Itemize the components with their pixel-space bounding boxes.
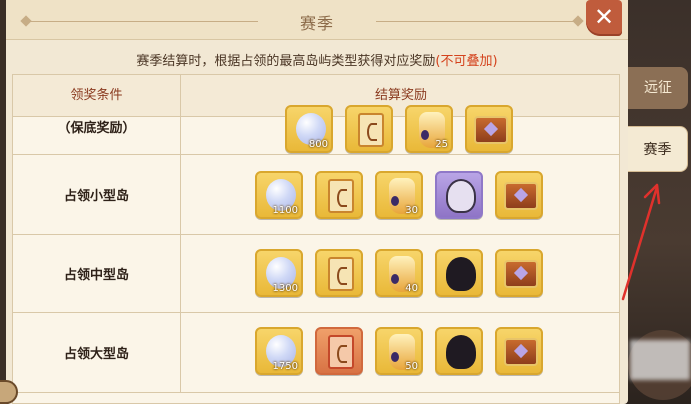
row-condition: 占领小型岛 (13, 155, 181, 234)
notice-text: 赛季结算时，根据占领的最高岛屿类型获得对应奖励 (136, 54, 436, 69)
bottle-icon[interactable]: 50 (375, 327, 423, 375)
card-icon[interactable] (315, 327, 363, 375)
bottle-icon[interactable]: 40 (375, 249, 423, 297)
card-icon[interactable] (315, 171, 363, 219)
table-row: （保底奖励） 800 25 (13, 105, 619, 155)
annotation-arrow (621, 183, 661, 301)
row-condition: （保底奖励） (13, 117, 181, 154)
row-rewards: 1300 40 (181, 235, 619, 312)
season-notice: 赛季结算时，根据占领的最高岛屿类型获得对应奖励(不可叠加) (6, 50, 628, 69)
panel-header: 赛季 ✕ (6, 0, 628, 40)
item-quantity: 800 (308, 139, 328, 150)
item-quantity: 1300 (272, 283, 298, 294)
chest-icon[interactable] (495, 171, 543, 219)
reward-table[interactable]: 领奖条件 结算奖励 （保底奖励） 800 25 占领小型岛 1100 30 占领… (12, 74, 620, 404)
item-quantity: 1100 (272, 205, 298, 216)
close-button[interactable]: ✕ (586, 0, 622, 36)
item-quantity: 50 (405, 361, 418, 372)
item-quantity: 40 (405, 283, 418, 294)
row-condition-label: （保底奖励） (57, 121, 136, 136)
gem-icon[interactable]: 1300 (255, 249, 303, 297)
ghost-icon[interactable] (435, 171, 483, 219)
tab-season[interactable]: 赛季 (628, 126, 688, 172)
item-quantity: 30 (405, 205, 418, 216)
row-rewards: 1100 30 (181, 155, 619, 234)
row-condition: 占领中型岛 (13, 235, 181, 312)
bottle-icon[interactable]: 25 (405, 105, 453, 153)
gem-icon[interactable]: 1100 (255, 171, 303, 219)
table-row: 占领大型岛 1750 50 (13, 313, 619, 393)
table-row: 占领小型岛 1100 30 (13, 155, 619, 235)
ghost-icon[interactable] (435, 249, 483, 297)
card-icon[interactable] (315, 249, 363, 297)
gem-icon[interactable]: 800 (285, 105, 333, 153)
row-condition: 占领大型岛 (13, 313, 181, 392)
column-header-condition: 领奖条件 (13, 75, 181, 117)
chest-icon[interactable] (465, 105, 513, 153)
column-header-rewards: 结算奖励 (181, 75, 619, 117)
chest-icon[interactable] (495, 327, 543, 375)
season-panel: 赛季 ✕ 赛季结算时，根据占领的最高岛屿类型获得对应奖励(不可叠加) 领奖条件 … (6, 0, 628, 404)
bottle-icon[interactable]: 30 (375, 171, 423, 219)
table-row: 占领中型岛 1300 40 (13, 235, 619, 313)
gem-icon[interactable]: 1750 (255, 327, 303, 375)
item-quantity: 1750 (272, 361, 298, 372)
tab-expedition[interactable]: 远征 (628, 67, 688, 109)
card-icon[interactable] (345, 105, 393, 153)
ghost-icon[interactable] (435, 327, 483, 375)
item-quantity: 25 (435, 139, 448, 150)
row-rewards: 800 25 (181, 105, 619, 154)
background-decoration (630, 340, 690, 380)
row-rewards: 1750 50 (181, 313, 619, 392)
notice-warning: (不可叠加) (435, 54, 498, 69)
panel-title: 赛季 (299, 14, 334, 33)
chest-icon[interactable] (495, 249, 543, 297)
